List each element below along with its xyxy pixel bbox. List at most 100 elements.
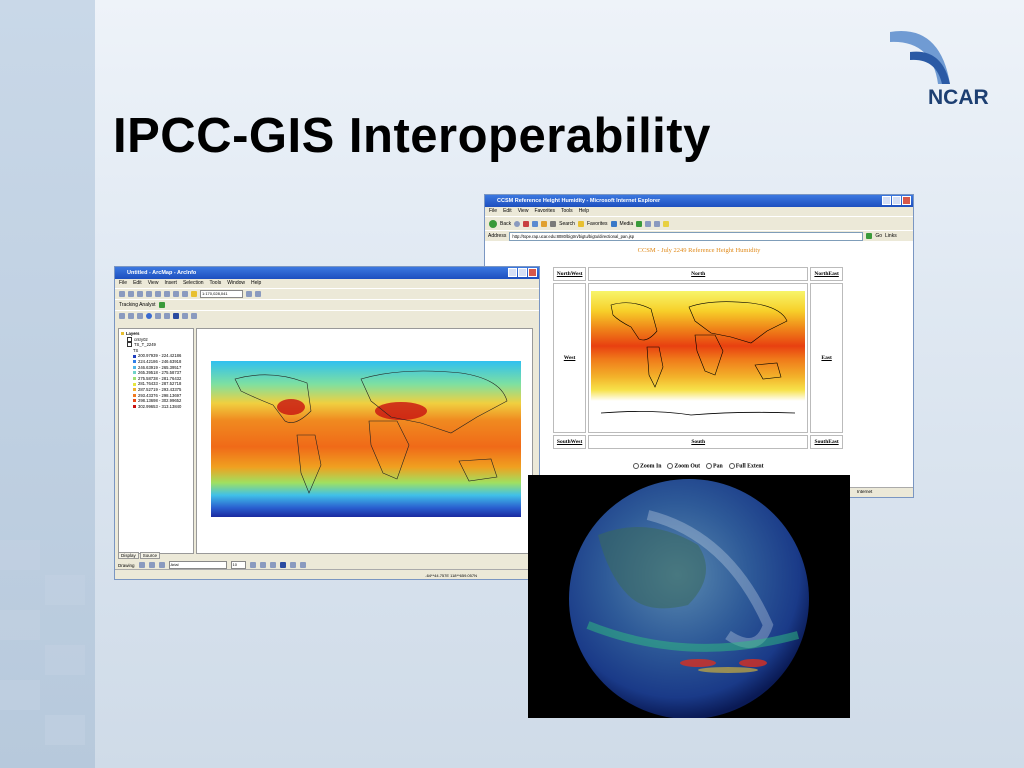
logo-text: NCAR	[928, 86, 989, 109]
media-icon[interactable]	[610, 220, 617, 227]
nav-west-link[interactable]: West	[553, 283, 587, 433]
editor-icon[interactable]	[246, 291, 252, 297]
tracking-analyst-label[interactable]: Tracking Analyst	[119, 302, 156, 308]
add-data-icon[interactable]	[191, 291, 197, 297]
zoom-in-icon[interactable]	[119, 313, 125, 319]
stop-icon[interactable]	[523, 220, 530, 227]
scale-input[interactable]: 1:170,028,041	[200, 290, 243, 298]
select-icon[interactable]	[164, 313, 170, 319]
menu-edit[interactable]: Edit	[133, 279, 142, 288]
back-icon[interactable]	[489, 219, 497, 228]
line-color-icon[interactable]	[299, 562, 306, 568]
maximize-button[interactable]	[892, 196, 901, 205]
nav-northeast-link[interactable]: NorthEast	[810, 267, 843, 281]
arcmap-title: Untitled - ArcMap - ArcInfo	[127, 270, 197, 276]
maximize-button[interactable]	[518, 268, 527, 277]
menu-file[interactable]: File	[119, 279, 127, 288]
arcmap-window: Untitled - ArcMap - ArcInfo File Edit Vi…	[114, 266, 540, 580]
measure-icon[interactable]	[191, 313, 197, 319]
nav-southeast-link[interactable]: SouthEast	[810, 435, 843, 449]
media-button[interactable]: Media	[620, 221, 634, 227]
legend-list: 200.97939 - 224.42186 224.42186 - 246.639…	[121, 353, 191, 409]
back-extent-icon[interactable]	[155, 313, 161, 319]
search-button[interactable]: Search	[559, 221, 575, 227]
find-icon[interactable]	[182, 313, 188, 319]
nav-southwest-link[interactable]: SouthWest	[553, 435, 587, 449]
favorites-icon[interactable]	[577, 220, 584, 227]
home-icon[interactable]	[541, 220, 548, 227]
open-icon[interactable]	[128, 291, 134, 297]
radio-pan[interactable]: Pan	[706, 463, 723, 469]
bold-icon[interactable]	[249, 562, 256, 568]
go-icon[interactable]	[866, 233, 873, 239]
go-button[interactable]: Go	[875, 233, 882, 239]
minimize-button[interactable]	[882, 196, 891, 205]
print-icon[interactable]	[146, 291, 152, 297]
search-icon[interactable]	[550, 220, 557, 227]
favorites-button[interactable]: Favorites	[587, 221, 608, 227]
copy-icon[interactable]	[164, 291, 170, 297]
address-input[interactable]: http://tope.rap.ucar.edu:8080/bigtrn/big…	[509, 231, 864, 241]
cut-icon[interactable]	[155, 291, 161, 297]
nav-northwest-link[interactable]: NorthWest	[553, 267, 587, 281]
menu-tools[interactable]: Tools	[561, 207, 573, 216]
pointer-icon[interactable]	[138, 562, 145, 568]
radio-full-extent[interactable]: Full Extent	[728, 463, 764, 469]
menu-file[interactable]: File	[489, 207, 497, 216]
menu-edit[interactable]: Edit	[503, 207, 512, 216]
fill-color-icon[interactable]	[289, 562, 296, 568]
map-display[interactable]	[196, 328, 533, 554]
mail-icon[interactable]	[645, 220, 652, 227]
menu-help[interactable]: Help	[579, 207, 589, 216]
page-heading: CCSM - July 2249 Reference Height Humidi…	[637, 247, 761, 254]
menu-window[interactable]: Window	[227, 279, 245, 288]
italic-icon[interactable]	[259, 562, 266, 568]
toc-icon[interactable]	[255, 291, 261, 297]
radio-zoom-in[interactable]: Zoom In	[633, 463, 661, 469]
font-select[interactable]: Arial	[168, 561, 227, 569]
pan-icon[interactable]	[137, 313, 143, 319]
paste-icon[interactable]	[173, 291, 179, 297]
back-button[interactable]: Back	[500, 221, 511, 227]
forward-icon[interactable]	[514, 220, 521, 227]
menu-selection[interactable]: Selection	[183, 279, 204, 288]
tab-display[interactable]: Display	[118, 552, 139, 559]
font-size-select[interactable]: 10	[230, 561, 246, 569]
close-button[interactable]	[528, 268, 537, 277]
underline-icon[interactable]	[269, 562, 276, 568]
new-icon[interactable]	[119, 291, 125, 297]
tracking-toolbar: Tracking Analyst	[115, 299, 539, 310]
menu-tools[interactable]: Tools	[210, 279, 222, 288]
tools-toolbar	[115, 310, 539, 321]
identify-icon[interactable]	[173, 313, 179, 319]
menu-favorites[interactable]: Favorites	[534, 207, 555, 216]
menu-view[interactable]: View	[148, 279, 159, 288]
text-icon[interactable]	[158, 562, 165, 568]
arcmap-menubar: File Edit View Insert Selection Tools Wi…	[115, 279, 539, 288]
print-icon[interactable]	[654, 220, 661, 227]
minimize-button[interactable]	[508, 268, 517, 277]
nav-south-link[interactable]: South	[588, 435, 809, 449]
menu-help[interactable]: Help	[251, 279, 261, 288]
tracking-icon[interactable]	[158, 302, 165, 308]
rectangle-icon[interactable]	[148, 562, 155, 568]
zoom-out-icon[interactable]	[128, 313, 134, 319]
radio-zoom-out[interactable]: Zoom Out	[667, 463, 700, 469]
drawing-menu[interactable]: Drawing	[118, 563, 135, 568]
legend-swatch	[133, 377, 136, 381]
menu-insert[interactable]: Insert	[164, 279, 177, 288]
humidity-map[interactable]	[588, 283, 809, 433]
links-button[interactable]: Links	[885, 233, 897, 239]
undo-icon[interactable]	[182, 291, 188, 297]
refresh-icon[interactable]	[532, 220, 539, 227]
font-color-icon[interactable]	[279, 562, 286, 568]
tab-source[interactable]: Source	[139, 552, 161, 559]
history-icon[interactable]	[636, 220, 643, 227]
menu-view[interactable]: View	[518, 207, 529, 216]
nav-east-link[interactable]: East	[810, 283, 843, 433]
save-icon[interactable]	[137, 291, 143, 297]
full-extent-icon[interactable]	[146, 313, 152, 319]
nav-north-link[interactable]: North	[588, 267, 809, 281]
folder-icon[interactable]	[663, 220, 670, 227]
close-button[interactable]	[902, 196, 911, 205]
